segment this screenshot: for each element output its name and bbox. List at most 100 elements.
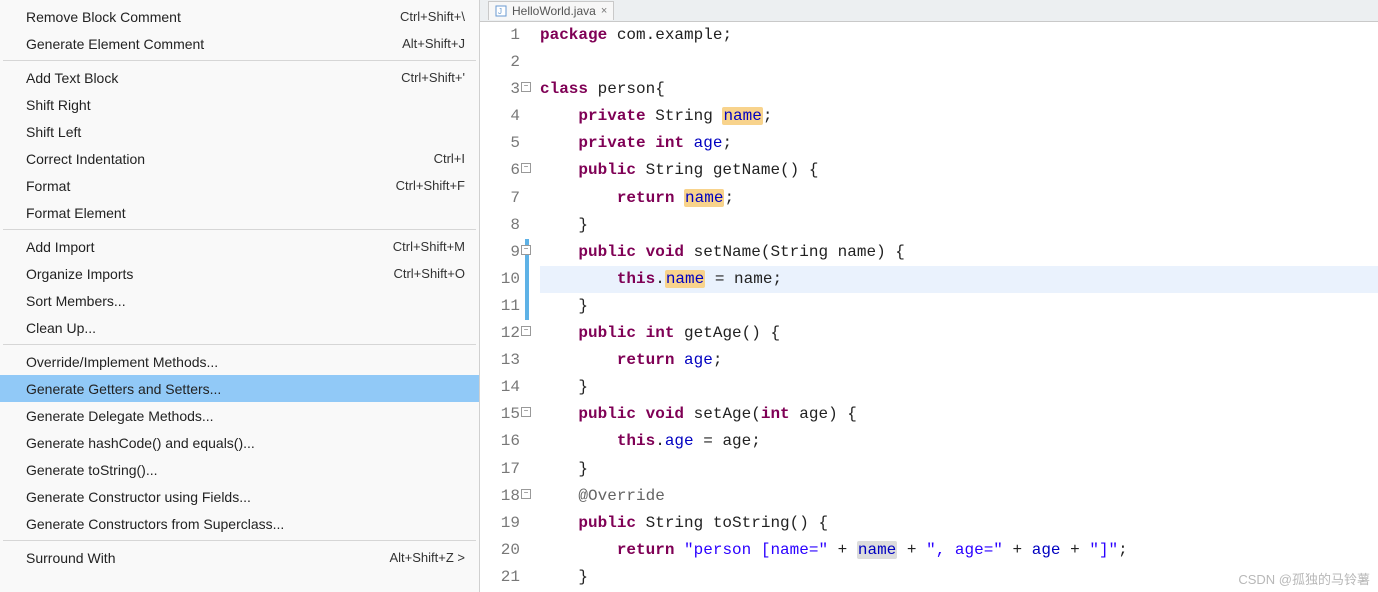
menu-item-label: Generate Constructors from Superclass... — [26, 516, 284, 532]
code-line[interactable]: public String toString() { — [540, 510, 1378, 537]
menu-item[interactable]: Surround With Alt+Shift+Z > — [0, 544, 479, 571]
line-number: 11 — [480, 293, 520, 320]
code-line[interactable]: private String name; — [540, 103, 1378, 130]
menu-item[interactable]: FormatCtrl+Shift+F — [0, 172, 479, 199]
code-line[interactable]: return "person [name=" + name + ", age="… — [540, 537, 1378, 564]
code-line[interactable]: class person{ — [540, 76, 1378, 103]
line-number: 17 — [480, 456, 520, 483]
menu-item-shortcut: Ctrl+Shift+M — [393, 239, 465, 254]
editor-pane: J HelloWorld.java × 123−456−789−101112−1… — [480, 0, 1378, 592]
fold-icon[interactable]: − — [521, 407, 531, 417]
fold-icon[interactable]: − — [521, 326, 531, 336]
line-number: 1 — [480, 22, 520, 49]
menu-item-label: Format Element — [26, 205, 126, 221]
code-line[interactable]: this.age = age; — [540, 428, 1378, 455]
line-number: 20 — [480, 537, 520, 564]
line-number: 16 — [480, 428, 520, 455]
code-line[interactable]: public void setName(String name) { — [540, 239, 1378, 266]
line-number: 14 — [480, 374, 520, 401]
line-number: 19 — [480, 510, 520, 537]
menu-item-label: Generate toString()... — [26, 462, 158, 478]
code-line[interactable]: return name; — [540, 185, 1378, 212]
close-icon[interactable]: × — [601, 5, 607, 17]
code-line[interactable]: } — [540, 293, 1378, 320]
line-number: 9− — [480, 239, 520, 266]
code-line[interactable]: } — [540, 456, 1378, 483]
code-line[interactable]: public void setAge(int age) { — [540, 401, 1378, 428]
menu-separator — [3, 540, 476, 541]
menu-item-label: Surround With — [26, 550, 115, 566]
menu-item[interactable]: Shift Right — [0, 91, 479, 118]
menu-item-shortcut: Ctrl+Shift+O — [393, 266, 465, 281]
menu-item[interactable]: Correct IndentationCtrl+I — [0, 145, 479, 172]
menu-item-shortcut: Ctrl+Shift+\ — [400, 9, 465, 24]
menu-item[interactable]: Remove Block Comment Ctrl+Shift+\ — [0, 3, 479, 30]
code-line[interactable]: } — [540, 374, 1378, 401]
menu-item-shortcut: Alt+Shift+Z > — [389, 550, 465, 565]
menu-item[interactable]: Generate hashCode() and equals()... — [0, 429, 479, 456]
menu-item[interactable]: Generate Element Comment Alt+Shift+J — [0, 30, 479, 57]
code-line[interactable]: package com.example; — [540, 22, 1378, 49]
menu-item[interactable]: Generate Delegate Methods... — [0, 402, 479, 429]
line-number: 5 — [480, 130, 520, 157]
fold-icon[interactable]: − — [521, 163, 531, 173]
menu-item[interactable]: Add Import Ctrl+Shift+M — [0, 233, 479, 260]
menu-item[interactable]: Override/Implement Methods... — [0, 348, 479, 375]
menu-item-label: Shift Left — [26, 124, 81, 140]
code-line[interactable]: public String getName() { — [540, 157, 1378, 184]
line-number: 18− — [480, 483, 520, 510]
menu-item[interactable]: Format Element — [0, 199, 479, 226]
menu-item-label: Add Import — [26, 239, 94, 255]
menu-item-label: Organize Imports — [26, 266, 133, 282]
code-area[interactable]: 123−456−789−101112−131415−161718−192021 … — [480, 22, 1378, 592]
menu-item-label: Shift Right — [26, 97, 91, 113]
fold-icon[interactable]: − — [521, 82, 531, 92]
menu-item-label: Remove Block Comment — [26, 9, 181, 25]
menu-item[interactable]: Generate Constructors from Superclass... — [0, 510, 479, 537]
fold-icon[interactable]: − — [521, 245, 531, 255]
menu-item-label: Format — [26, 178, 70, 194]
menu-item[interactable]: Shift Left — [0, 118, 479, 145]
menu-item-label: Clean Up... — [26, 320, 96, 336]
watermark: CSDN @孤独的马铃薯 — [1238, 569, 1370, 588]
menu-item-shortcut: Alt+Shift+J — [402, 36, 465, 51]
menu-item-shortcut: Ctrl+I — [434, 151, 465, 166]
line-number: 8 — [480, 212, 520, 239]
menu-item-label: Generate Constructor using Fields... — [26, 489, 251, 505]
menu-item[interactable]: Add Text BlockCtrl+Shift+' — [0, 64, 479, 91]
menu-item-label: Generate Element Comment — [26, 36, 204, 52]
menu-item-label: Generate Getters and Setters... — [26, 381, 221, 397]
menu-item[interactable]: Generate toString()... — [0, 456, 479, 483]
code-line[interactable]: return age; — [540, 347, 1378, 374]
menu-item-label: Generate Delegate Methods... — [26, 408, 214, 424]
code-content[interactable]: package com.example; class person{ privat… — [530, 22, 1378, 592]
menu-item[interactable]: Generate Constructor using Fields... — [0, 483, 479, 510]
menu-item-shortcut: Ctrl+Shift+' — [401, 70, 465, 85]
context-menu: Remove Block Comment Ctrl+Shift+\ Generate… — [0, 0, 480, 592]
java-file-icon: J — [495, 5, 507, 17]
tab-bar: J HelloWorld.java × — [480, 0, 1378, 22]
svg-text:J: J — [498, 7, 502, 16]
fold-icon[interactable]: − — [521, 489, 531, 499]
menu-separator — [3, 60, 476, 61]
line-number: 6− — [480, 157, 520, 184]
code-line[interactable]: @Override — [540, 483, 1378, 510]
line-number: 4 — [480, 103, 520, 130]
tab-filename: HelloWorld.java — [512, 4, 596, 18]
code-line[interactable]: } — [540, 212, 1378, 239]
line-number: 7 — [480, 185, 520, 212]
code-line[interactable]: this.name = name; — [540, 266, 1378, 293]
menu-item[interactable]: Sort Members... — [0, 287, 479, 314]
change-marker — [525, 266, 529, 293]
line-number: 13 — [480, 347, 520, 374]
line-number: 10 — [480, 266, 520, 293]
menu-item[interactable]: Clean Up... — [0, 314, 479, 341]
menu-item[interactable]: Organize Imports Ctrl+Shift+O — [0, 260, 479, 287]
line-number: 21 — [480, 564, 520, 591]
editor-tab[interactable]: J HelloWorld.java × — [488, 1, 614, 20]
menu-item[interactable]: Generate Getters and Setters... — [0, 375, 479, 402]
line-number-gutter: 123−456−789−101112−131415−161718−192021 — [480, 22, 524, 592]
code-line[interactable] — [540, 49, 1378, 76]
code-line[interactable]: private int age; — [540, 130, 1378, 157]
code-line[interactable]: public int getAge() { — [540, 320, 1378, 347]
